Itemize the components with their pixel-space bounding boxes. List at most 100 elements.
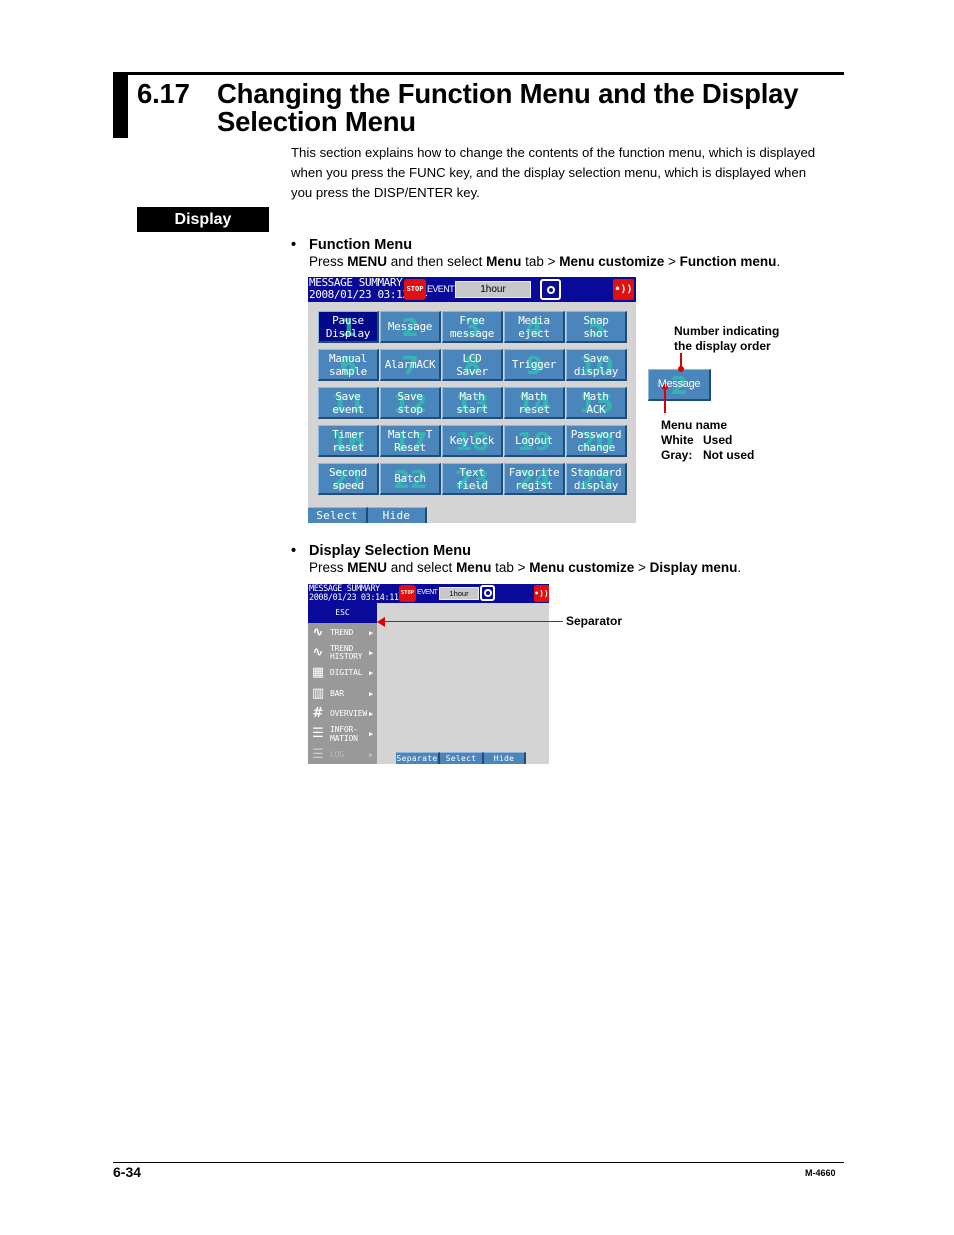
softkey-bar: Separate Select Hide	[396, 752, 526, 764]
order-note-line-1: Number indicating	[674, 324, 780, 338]
menu-name: Batch	[394, 472, 426, 485]
snapshot-icon	[480, 585, 495, 601]
esc-button[interactable]: ESC	[308, 603, 377, 623]
instr-key: Menu	[486, 254, 522, 269]
instr-text: .	[776, 254, 781, 269]
menu-name: Keylock	[449, 434, 495, 447]
name-leader-line	[664, 389, 666, 413]
instr-key: MENU	[347, 560, 388, 575]
name-annotation: Menu name White Used Gray: Not used	[661, 418, 754, 463]
display-menu-label: TREND	[330, 627, 354, 637]
select-softkey[interactable]: Select	[440, 752, 484, 764]
display-menu-item[interactable]: ☰ INFOR- MATION ▶	[308, 724, 377, 744]
function-menu-button[interactable]: 19 Logout	[504, 425, 565, 457]
order-note-line-2: the display order	[674, 339, 771, 353]
function-menu-screen: MESSAGE SUMMARY 2008/01/23 03:13:44 STOP…	[308, 277, 636, 523]
function-menu-button[interactable]: 14 Math reset	[504, 387, 565, 419]
display-menu-list: ∿ TREND ▶ ∿ TREND HISTORY ▶ ▦ DIGITAL ▶ ▥ BAR ▶ # OVE…	[308, 623, 377, 764]
menu-name: Match T Reset	[387, 427, 433, 454]
menu-name: LCD Saver	[456, 351, 488, 378]
menu-name: Favorite regist	[508, 465, 560, 492]
instr-key: Function menu	[679, 254, 777, 269]
event-label: EVENT	[417, 589, 438, 596]
display-menu-label: DIGITAL	[330, 668, 363, 678]
function-menu-button[interactable]: 10 Save display	[566, 349, 627, 381]
bar-icon: ▥	[311, 685, 325, 701]
separate-softkey[interactable]: Separate	[396, 752, 440, 764]
white-label: White	[661, 433, 694, 447]
softkey-bar: Select Hide	[308, 507, 427, 523]
menu-name: Message	[387, 320, 433, 333]
function-menu-button[interactable]: 12 Save stop	[380, 387, 441, 419]
function-menu-button[interactable]: 21 Second speed	[318, 463, 379, 495]
function-menu-button[interactable]: 4 Media eject	[504, 311, 565, 343]
function-menu-button[interactable]: 6 Manual sample	[318, 349, 379, 381]
menu-name: Media eject	[518, 313, 550, 340]
function-menu-button[interactable]: 11 Save event	[318, 387, 379, 419]
display-menu-item[interactable]: ▦ DIGITAL ▶	[308, 664, 377, 684]
snapshot-icon	[540, 279, 561, 300]
infor-mation-icon: ☰	[312, 726, 324, 742]
display-menu-item[interactable]: # OVERVIEW ▶	[308, 704, 377, 724]
function-menu-button[interactable]: 13 Math start	[442, 387, 503, 419]
function-menu-button[interactable]: 5 Snap shot	[566, 311, 627, 343]
function-menu-button[interactable]: 25 Standard display	[566, 463, 627, 495]
function-menu-button[interactable]: 7 AlarmACK	[380, 349, 441, 381]
display-menu-item[interactable]: ▥ BAR ▶	[308, 684, 377, 704]
status-bar: MESSAGE SUMMARY 2008/01/23 03:14:11 STOP…	[308, 584, 549, 603]
instr-key: Menu customize	[559, 254, 665, 269]
function-menu-button[interactable]: 17 Match T Reset	[380, 425, 441, 457]
submenu-arrow-icon: ▶	[369, 710, 374, 719]
menu-name: Text field	[456, 465, 488, 492]
function-menu-button[interactable]: 24 Favorite regist	[504, 463, 565, 495]
function-menu-button[interactable]: 16 Timer reset	[318, 425, 379, 457]
select-softkey[interactable]: Select	[308, 507, 368, 523]
submenu-arrow-icon: ▶	[369, 689, 374, 698]
menu-name: Save display	[573, 351, 619, 378]
hide-softkey[interactable]: Hide	[484, 752, 526, 764]
function-menu-button[interactable]: 9 Trigger	[504, 349, 565, 381]
function-menu-button[interactable]: 22 Batch	[380, 463, 441, 495]
display-menu-instruction: Press MENU and select Menu tab > Menu cu…	[291, 559, 741, 577]
name-note: Menu name	[661, 418, 728, 432]
function-menu-button[interactable]: 18 Keylock	[442, 425, 503, 457]
hide-softkey[interactable]: Hide	[368, 507, 427, 523]
instr-text: tab >	[491, 560, 530, 575]
stop-icon: STOP	[404, 279, 426, 300]
function-menu-button[interactable]: 20 Password change	[566, 425, 627, 457]
display-menu-heading: • Display Selection Menu Press MENU and s…	[291, 543, 741, 577]
function-menu-button[interactable]: 23 Text field	[442, 463, 503, 495]
display-tag: Display	[137, 207, 269, 232]
screen-datetime: 2008/01/23 03:14:11	[309, 593, 399, 603]
section-title: 6.17 Changing the Function Menu and the D…	[137, 80, 799, 136]
digital-icon: ▦	[311, 665, 325, 681]
function-menu-button[interactable]: 3 Free message	[442, 311, 503, 343]
function-menu-button[interactable]: 8 LCD Saver	[442, 349, 503, 381]
event-interval: 1hour	[439, 587, 479, 600]
function-menu-button[interactable]: 15 Math ACK	[566, 387, 627, 419]
section-marker-bar	[113, 72, 128, 138]
submenu-arrow-icon: ▶	[369, 649, 374, 658]
display-menu-screen: MESSAGE SUMMARY 2008/01/23 03:14:11 STOP…	[308, 584, 549, 764]
sample-menu-name: Message	[657, 378, 701, 390]
order-annotation: Number indicating the display order	[674, 324, 779, 354]
display-menu-title: Display Selection Menu	[309, 543, 471, 559]
document-id: M-4660	[805, 1168, 836, 1178]
menu-name: Second speed	[329, 465, 367, 492]
display-menu-item[interactable]: ∿ TREND HISTORY ▶	[308, 643, 377, 663]
function-menu-button[interactable]: 1 Pause Display	[318, 311, 379, 343]
footer-rule	[113, 1162, 844, 1163]
instr-key: Menu	[456, 560, 492, 575]
display-menu-item[interactable]: ☰ LOG ▶	[308, 745, 377, 765]
function-menu-title: Function Menu	[309, 237, 413, 253]
bullet: •	[291, 543, 297, 559]
function-menu-button[interactable]: 2 Message	[380, 311, 441, 343]
display-menu-item[interactable]: ∿ TREND ▶	[308, 623, 377, 643]
menu-name: Logout	[515, 434, 553, 447]
menu-name: Trigger	[511, 358, 557, 371]
instr-key: Display menu	[649, 560, 738, 575]
menu-name: Timer reset	[332, 427, 364, 454]
instr-text: and then select	[387, 254, 487, 269]
function-menu-heading: • Function Menu Press MENU and then selec…	[291, 237, 780, 271]
sample-menu-button: 2 Message	[648, 369, 711, 401]
